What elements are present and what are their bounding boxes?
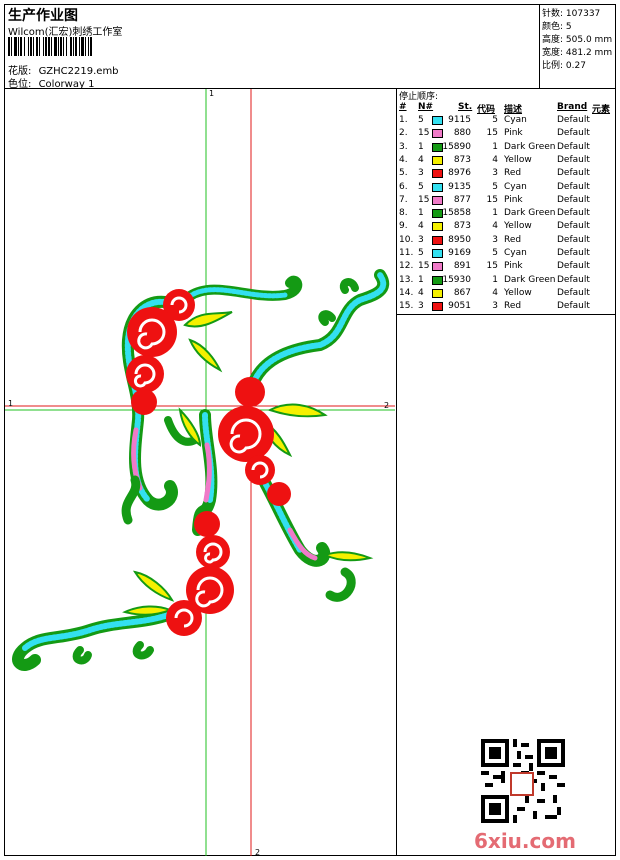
seal-icon bbox=[510, 772, 534, 796]
guide-marker-green-top: 1 bbox=[209, 89, 215, 98]
lower-left-vine bbox=[12, 604, 186, 671]
design-canvas bbox=[5, 89, 395, 856]
watermark-logo: 6xiu.com bbox=[474, 829, 576, 853]
guide-marker-green-left: 1 bbox=[8, 399, 14, 408]
guide-marker-red-right: 2 bbox=[384, 401, 390, 410]
guide-marker-red-bottom: 2 bbox=[255, 848, 261, 857]
